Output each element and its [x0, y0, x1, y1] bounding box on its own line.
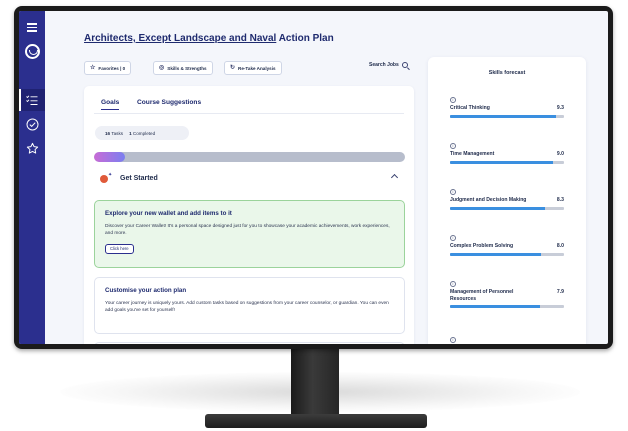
skill-name: Critical Thinking: [450, 105, 490, 111]
skill-bar-fill: [450, 114, 557, 118]
career-title-link[interactable]: Architects, Except Landscape and Naval: [84, 33, 276, 44]
page-title: Architects, Except Landscape and Naval A…: [84, 33, 334, 44]
search-jobs-button[interactable]: Search Jobs: [369, 62, 408, 68]
chevron-up-icon[interactable]: [390, 173, 399, 182]
task-title: Customise your action plan: [105, 287, 187, 294]
check-circle-icon[interactable]: [24, 116, 40, 132]
skills-forecast-panel: Skills forecast i Critical Thinking 9.3 …: [428, 57, 586, 344]
get-started-title: Get Started: [120, 175, 158, 182]
logo-icon[interactable]: [24, 43, 40, 59]
rocket-icon: [100, 175, 108, 183]
task-card-customise[interactable]: Customise your action plan Your career j…: [94, 277, 405, 334]
task-description: Your career journey is uniquely yours. A…: [105, 301, 389, 313]
skills-forecast-title: Skills forecast: [488, 70, 526, 76]
info-icon[interactable]: i: [450, 337, 456, 343]
task-card-partial[interactable]: [94, 342, 405, 344]
checklist-icon[interactable]: [24, 92, 40, 108]
star-icon[interactable]: [24, 140, 40, 156]
skill-bar: [450, 305, 564, 308]
skill-bar-fill: [450, 252, 542, 256]
goals-progress-bar: [94, 152, 405, 162]
target-icon: ◎: [159, 65, 165, 71]
app-screen: Architects, Except Landscape and Naval A…: [19, 11, 608, 344]
task-description: Discover your Career Wallet! It's a pers…: [105, 224, 390, 236]
tab-course-suggestions[interactable]: Course Suggestions: [137, 99, 201, 106]
tasks-count: 16: [105, 130, 111, 136]
skill-item: i Judgment and Decision Making 8.3: [450, 189, 564, 210]
skill-value: 8.0: [556, 243, 564, 249]
skill-bar-fill: [450, 305, 541, 308]
tab-goals[interactable]: Goals: [101, 99, 120, 110]
search-jobs-label: Search Jobs: [369, 62, 399, 68]
star-icon: ☆: [90, 65, 96, 71]
favorites-button[interactable]: ☆ Favorites | 0: [84, 61, 132, 75]
skill-bar-fill: [450, 206, 545, 210]
info-icon[interactable]: i: [450, 143, 456, 149]
skill-bar: [450, 160, 564, 164]
skill-bar-fill: [450, 160, 553, 164]
refresh-icon: ↻: [230, 65, 236, 71]
retake-analysis-label: Re-Take Analysis: [238, 65, 276, 71]
search-icon: [401, 62, 408, 68]
tasks-count-group: 16 Tasks: [105, 131, 123, 136]
skill-bar: [450, 252, 564, 256]
info-icon[interactable]: i: [450, 281, 456, 287]
skill-value: 9.0: [556, 151, 564, 157]
tasks-label: Tasks: [111, 130, 124, 136]
skill-value: 8.3: [556, 197, 564, 203]
skill-item: i Complex Problem Solving 8.0: [450, 235, 564, 256]
skill-name: Time Management: [450, 151, 495, 157]
retake-analysis-button[interactable]: ↻ Re-Take Analysis: [224, 61, 282, 75]
info-icon[interactable]: i: [450, 189, 456, 195]
monitor-stand-neck: [291, 346, 339, 422]
skill-name: Complex Problem Solving: [450, 243, 514, 249]
task-card-wallet[interactable]: Explore your new wallet and add items to…: [94, 200, 405, 268]
completed-count: 1: [129, 130, 132, 136]
hamburger-icon[interactable]: [24, 19, 40, 35]
page-title-suffix: Action Plan: [276, 33, 334, 44]
task-title: Explore your new wallet and add items to…: [105, 210, 232, 217]
skill-bar: [450, 114, 564, 118]
sparkle-icon: ✦: [108, 172, 113, 178]
skill-item-partial: i: [450, 337, 564, 343]
skill-value: 9.3: [556, 105, 564, 111]
skill-item: i Critical Thinking 9.3: [450, 97, 564, 118]
info-icon[interactable]: i: [450, 235, 456, 241]
tab-divider: [94, 113, 404, 114]
skill-item: i Management of Personnel Resources 7.9: [450, 281, 564, 308]
click-here-button[interactable]: Click here: [105, 243, 134, 254]
skills-strengths-label: Skills & Strengths: [167, 65, 207, 71]
completed-count-group: 1 Completed: [129, 131, 155, 136]
skills-strengths-button[interactable]: ◎ Skills & Strengths: [153, 61, 213, 75]
info-icon[interactable]: i: [450, 97, 456, 103]
goals-card: Goals Course Suggestions 16 Tasks 1 Comp…: [84, 86, 414, 344]
skill-item: i Time Management 9.0: [450, 143, 564, 164]
goals-progress-fill: [94, 152, 126, 162]
completed-label: Completed: [132, 130, 156, 136]
skill-name: Management of Personnel Resources: [450, 289, 514, 302]
skill-bar: [450, 206, 564, 210]
monitor-stand-base: [205, 414, 427, 428]
sidebar: [19, 11, 45, 344]
favorites-label: Favorites | 0: [98, 65, 126, 71]
skill-name: Judgment and Decision Making: [450, 197, 527, 203]
skill-value: 7.9: [556, 289, 564, 295]
task-counts-badge: 16 Tasks 1 Completed: [95, 126, 189, 140]
